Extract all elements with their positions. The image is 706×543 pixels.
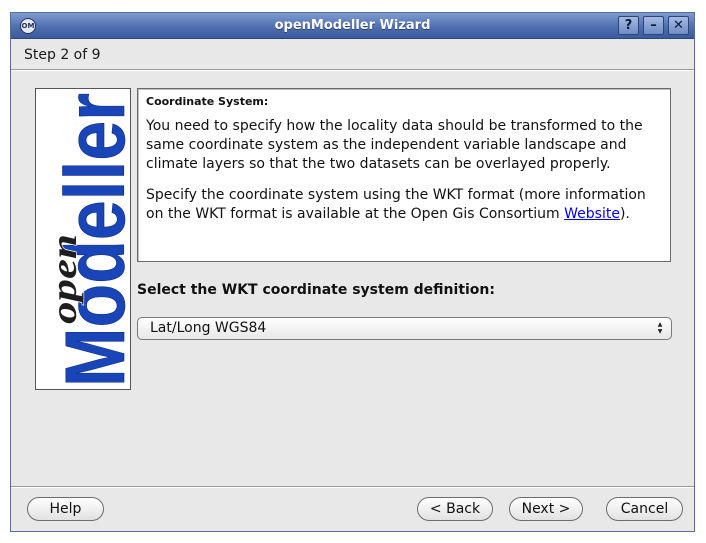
next-button[interactable]: Next > [509, 497, 583, 521]
help-title-button[interactable]: ? [618, 16, 639, 35]
info-paragraph-2-end: ). [619, 206, 630, 222]
wkt-selected-value: Lat/Long WGS84 [150, 320, 267, 336]
top-divider [11, 69, 694, 71]
bottom-divider [11, 486, 694, 488]
logo-open-text: open [44, 234, 84, 324]
openmodeller-logo: Modeller open [35, 88, 131, 390]
info-text-box: Coordinate System: You need to specify h… [137, 88, 671, 262]
help-button[interactable]: Help [27, 497, 104, 521]
cancel-button[interactable]: Cancel [606, 497, 683, 521]
close-button[interactable]: ✕ [668, 16, 689, 35]
step-indicator: Step 2 of 9 [24, 47, 101, 63]
minimize-button[interactable]: – [643, 16, 664, 35]
wkt-coordinate-select[interactable]: Lat/Long WGS84 ▲ ▼ [137, 317, 672, 340]
title-bar[interactable]: OM openModeller Wizard ? – ✕ [11, 13, 694, 39]
info-paragraph-2: Specify the coordinate system using the … [146, 186, 662, 224]
back-button[interactable]: < Back [417, 497, 493, 521]
wizard-window: OM openModeller Wizard ? – ✕ Step 2 of 9… [10, 12, 695, 532]
info-heading: Coordinate System: [146, 95, 269, 108]
wkt-select-label: Select the WKT coordinate system definit… [137, 282, 495, 298]
info-paragraph-1: You need to specify how the locality dat… [146, 118, 643, 172]
updown-arrows-icon: ▲ ▼ [657, 321, 663, 335]
window-title: openModeller Wizard [274, 18, 431, 33]
website-link[interactable]: Website [564, 206, 620, 222]
